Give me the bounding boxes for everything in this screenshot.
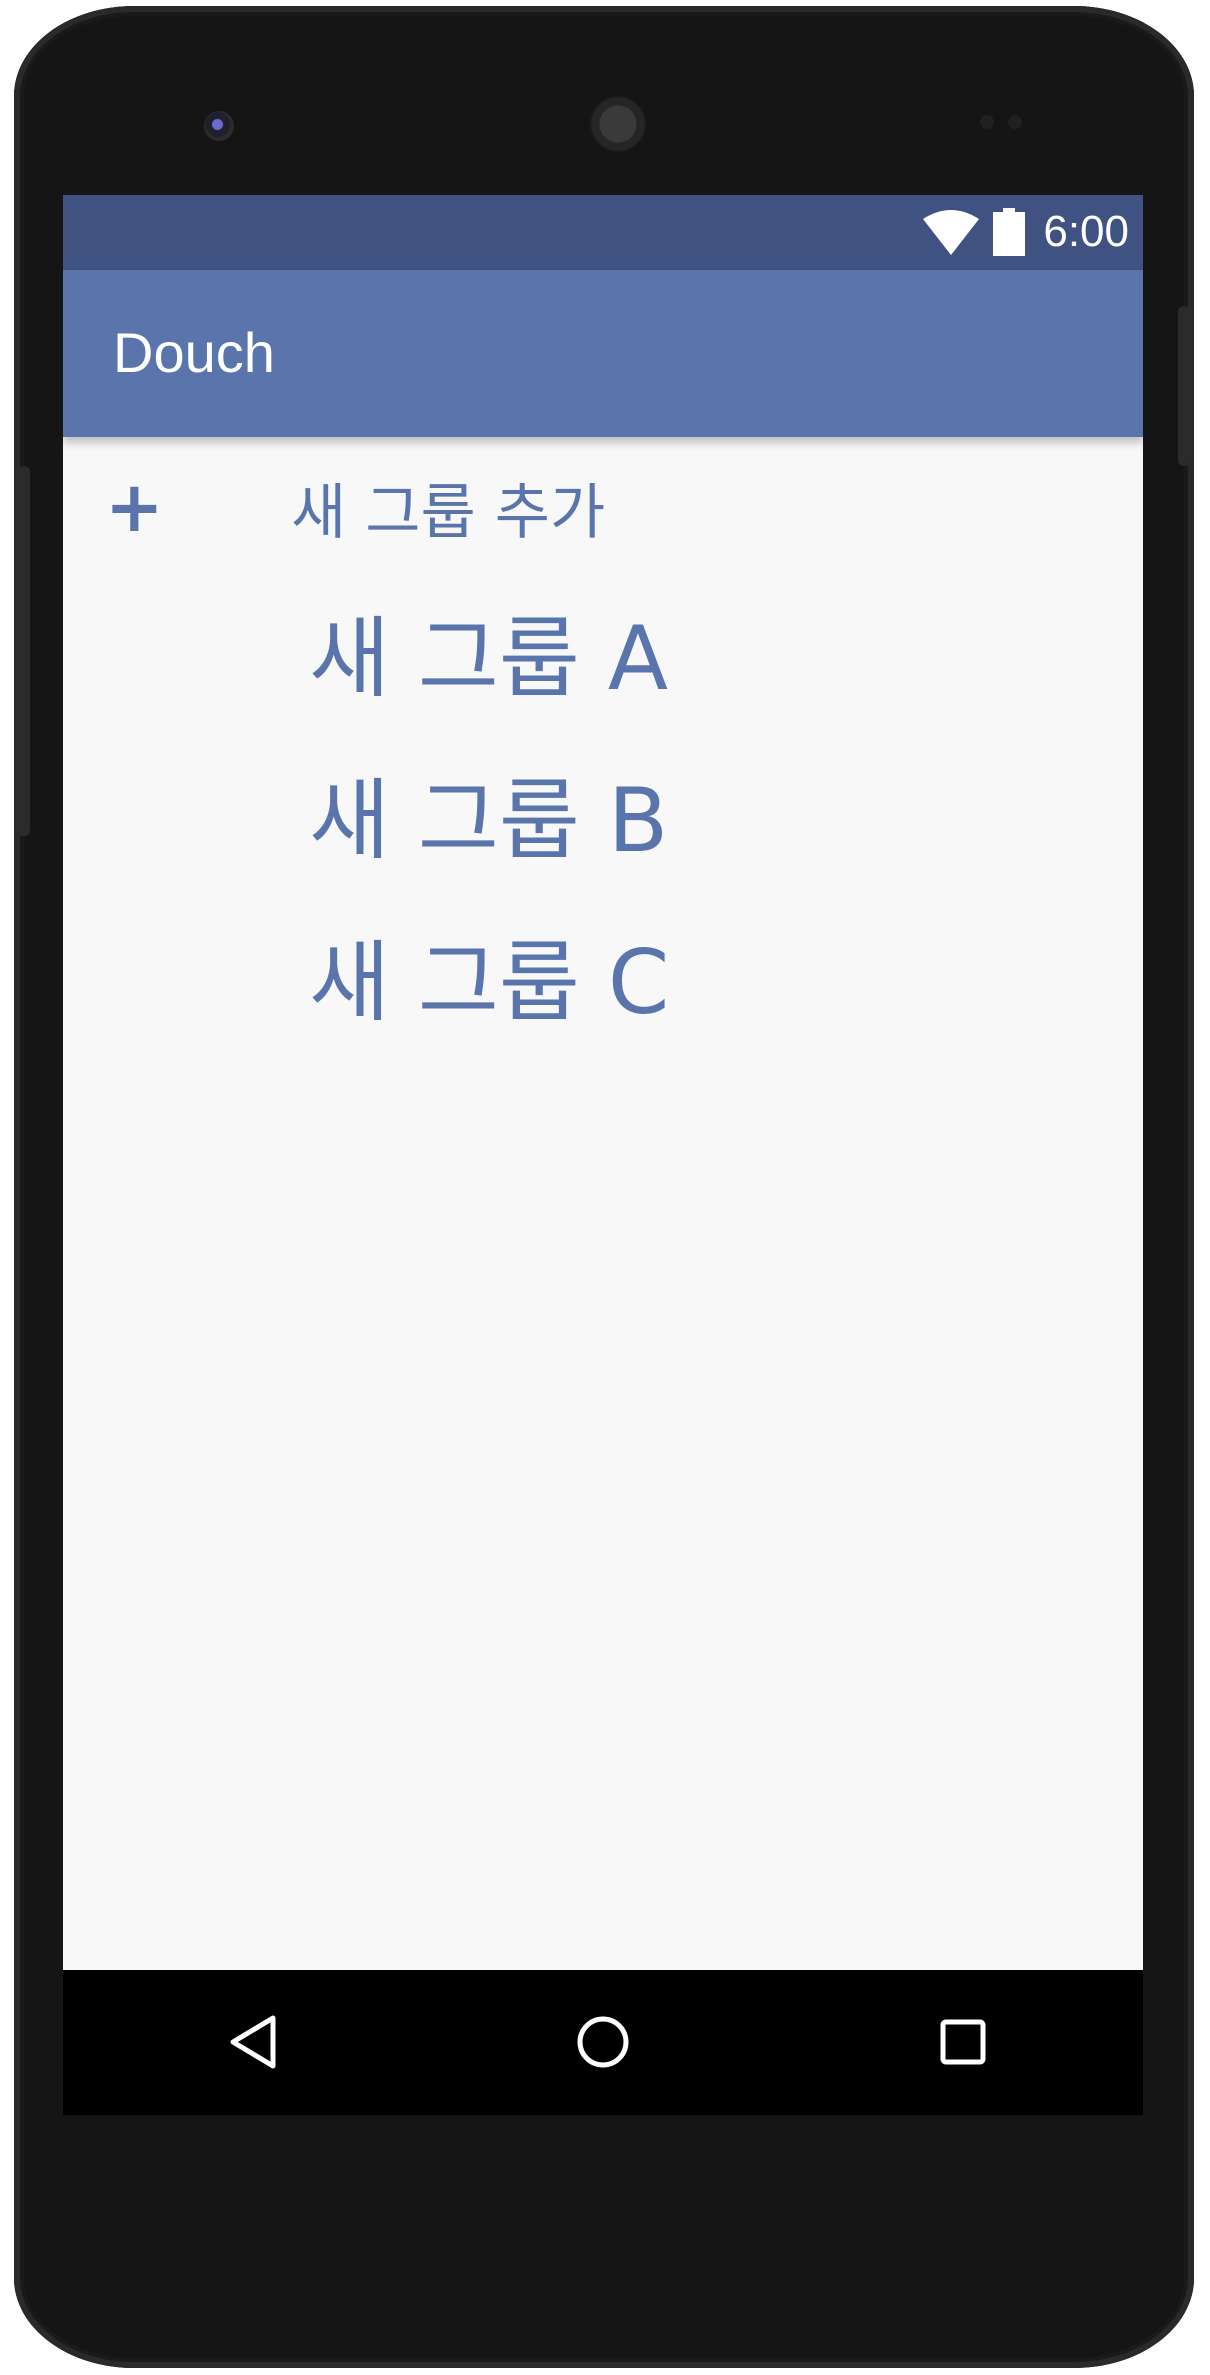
- group-label: 새 그룹 C: [309, 931, 670, 1034]
- list-item[interactable]: 새 그룹 B: [63, 777, 1143, 939]
- status-time: 6:00: [1043, 207, 1129, 256]
- app-screen: 6:00 Douch + 새 그룹 추가 새 그룹 A 새 그룹 B 새 그룹 …: [63, 195, 1143, 2115]
- add-group-button[interactable]: + 새 그룹 추가: [63, 465, 1143, 565]
- navigation-bar: [63, 1970, 1143, 2115]
- app-bar: Douch: [63, 270, 1143, 437]
- group-list: 새 그룹 A 새 그룹 B 새 그룹 C: [63, 615, 1143, 1101]
- status-bar: 6:00: [63, 195, 1143, 270]
- home-icon[interactable]: [573, 2012, 633, 2072]
- volume-button: [18, 466, 30, 836]
- group-label: 새 그룹 B: [309, 769, 669, 872]
- app-title: Douch: [113, 321, 275, 384]
- power-button: [1178, 306, 1190, 466]
- group-label: 새 그룹 A: [309, 607, 669, 710]
- sensors: [980, 114, 1036, 133]
- list-item[interactable]: 새 그룹 C: [63, 939, 1143, 1101]
- earpiece-speaker: [590, 96, 646, 152]
- recent-apps-icon[interactable]: [933, 2012, 993, 2072]
- list-item[interactable]: 새 그룹 A: [63, 615, 1143, 777]
- front-camera: [204, 111, 234, 141]
- battery-icon: [993, 208, 1026, 256]
- back-icon[interactable]: [223, 2012, 283, 2072]
- add-group-label: 새 그룹 추가: [291, 478, 606, 548]
- wifi-icon: [923, 210, 980, 255]
- plus-icon: +: [105, 466, 164, 548]
